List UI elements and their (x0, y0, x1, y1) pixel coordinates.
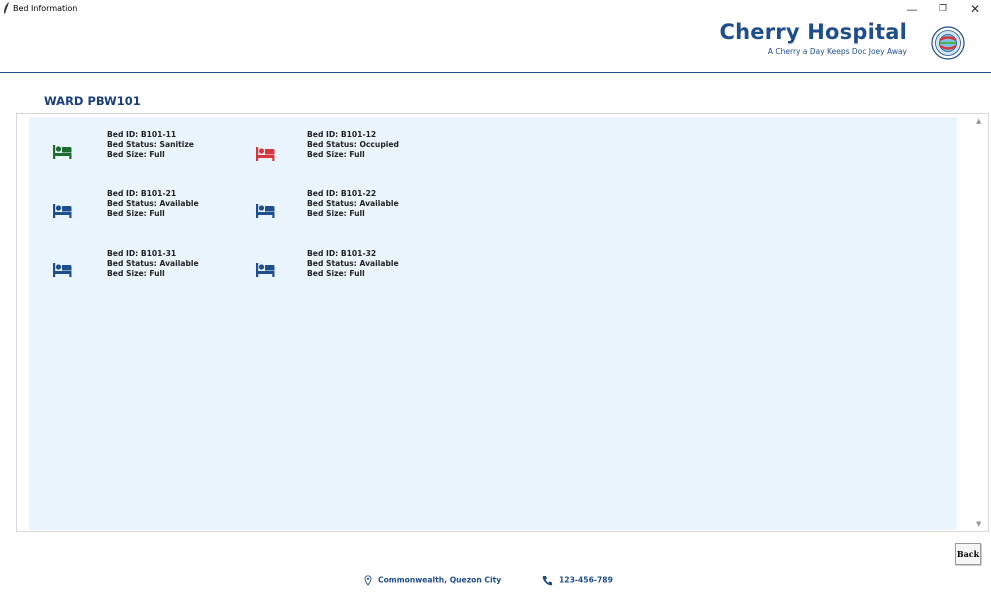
bed-id: Bed ID: B101-22 (307, 189, 377, 198)
window-title: Bed Information (13, 4, 78, 13)
bed-id: Bed ID: B101-11 (107, 130, 177, 139)
bed-icon (53, 145, 72, 159)
bed-status: Bed Status: Available (107, 199, 199, 208)
bed-icon (256, 147, 275, 161)
scroll-up-arrow-icon[interactable]: ▲ (976, 117, 981, 125)
bed-size: Bed Size: Full (107, 150, 165, 159)
bed-list-panel[interactable]: Bed ID: B101-11 Bed Status: Sanitize Bed… (16, 113, 989, 532)
header-divider (0, 72, 991, 73)
bed-icon (256, 263, 275, 277)
maximize-button[interactable]: ❐ (928, 0, 958, 19)
brand-header: Cherry Hospital A Cherry a Day Keeps Doc… (720, 20, 907, 56)
bed-status: Bed Status: Sanitize (107, 140, 194, 149)
phone-text: 123-456-789 (559, 575, 613, 585)
close-icon: ✕ (969, 2, 981, 16)
location-pin-icon (364, 575, 372, 586)
bed-id: Bed ID: B101-21 (107, 189, 177, 198)
feather-icon (4, 2, 9, 14)
bed-grid: Bed ID: B101-11 Bed Status: Sanitize Bed… (29, 117, 957, 530)
bed-size: Bed Size: Full (307, 150, 365, 159)
window-titlebar: Bed Information — ❐ ✕ (0, 0, 991, 19)
footer-address: Commonwealth, Quezon City (364, 575, 501, 586)
bed-size: Bed Size: Full (107, 269, 165, 278)
bed-icon (53, 263, 72, 277)
bed-icon (53, 204, 72, 218)
bed-size: Bed Size: Full (307, 209, 365, 218)
bed-status: Bed Status: Available (307, 199, 399, 208)
bed-id: Bed ID: B101-12 (307, 130, 377, 139)
footer-phone: 123-456-789 (542, 575, 613, 586)
bed-size: Bed Size: Full (107, 209, 165, 218)
close-button[interactable]: ✕ (960, 0, 990, 19)
hospital-seal-icon (931, 26, 965, 60)
bed-status: Bed Status: Available (107, 259, 199, 268)
scroll-down-arrow-icon[interactable]: ▼ (976, 520, 981, 528)
bed-icon (256, 204, 275, 218)
phone-icon (542, 576, 552, 586)
ward-title: WARD PBW101 (44, 94, 141, 108)
bed-id: Bed ID: B101-31 (107, 249, 177, 258)
maximize-icon: ❐ (938, 4, 948, 14)
bed-id: Bed ID: B101-32 (307, 249, 377, 258)
minimize-icon: — (906, 3, 918, 16)
vertical-scrollbar[interactable]: ▲ ▼ (972, 114, 988, 531)
bed-status: Bed Status: Available (307, 259, 399, 268)
back-button[interactable]: Back (955, 543, 981, 565)
hospital-tagline: A Cherry a Day Keeps Doc Joey Away (767, 47, 907, 56)
minimize-button[interactable]: — (897, 0, 927, 19)
bed-status: Bed Status: Occupied (307, 140, 399, 149)
address-text: Commonwealth, Quezon City (378, 575, 502, 585)
bed-size: Bed Size: Full (307, 269, 365, 278)
hospital-name: Cherry Hospital (719, 20, 907, 44)
